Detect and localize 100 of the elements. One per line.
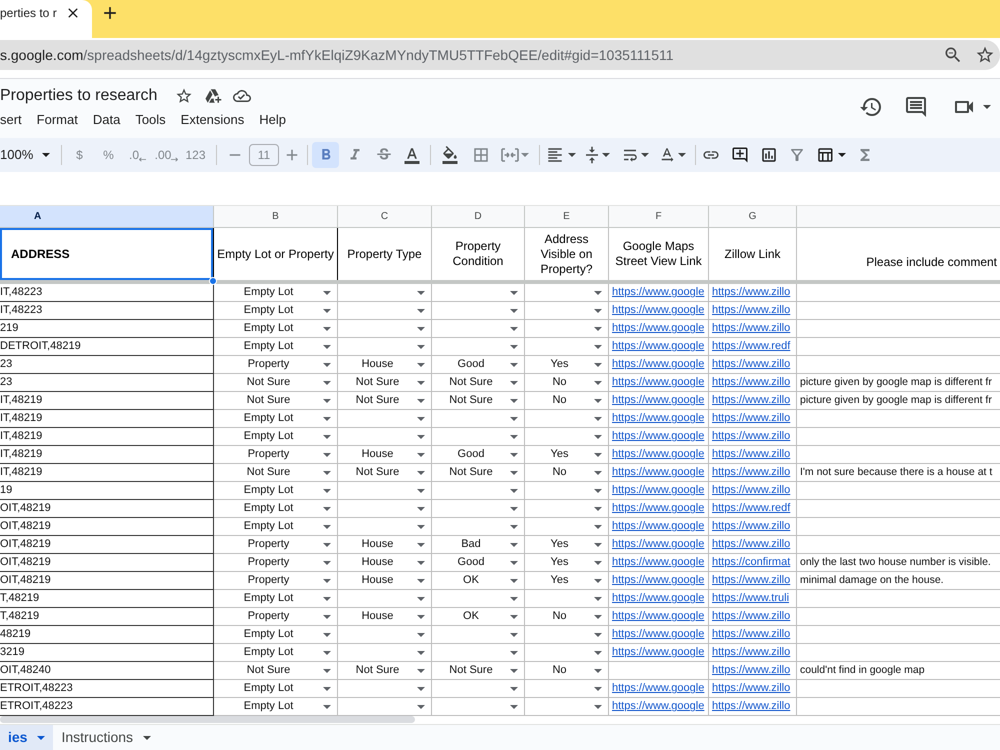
dropdown-cell[interactable]: Empty Lot <box>214 320 338 338</box>
dropdown-cell[interactable]: Property <box>214 356 338 374</box>
menu-item[interactable]: Data <box>92 110 120 130</box>
zoom-dropdown[interactable]: 100% <box>0 142 56 168</box>
link[interactable]: https://www.google <box>612 374 704 391</box>
dropdown-cell[interactable]: Empty Lot <box>214 284 338 302</box>
star-icon[interactable] <box>975 45 995 65</box>
link[interactable]: https://www.google <box>612 536 704 553</box>
dropdown-cell[interactable] <box>432 500 525 518</box>
menu-item[interactable]: Format <box>36 110 78 130</box>
link[interactable]: https://www.zillo <box>712 302 790 319</box>
dropdown-cell[interactable]: Yes <box>525 356 609 374</box>
dropdown-cell[interactable] <box>338 284 432 302</box>
dropdown-cell[interactable]: Good <box>432 446 525 464</box>
dropdown-cell[interactable] <box>432 680 525 698</box>
column-header[interactable]: E <box>525 206 609 228</box>
dropdown-cell[interactable]: House <box>338 356 432 374</box>
dropdown-cell[interactable] <box>338 482 432 500</box>
triangle-plus-icon[interactable] <box>204 87 222 105</box>
dropdown-cell[interactable] <box>525 320 609 338</box>
link[interactable]: https://www.google <box>612 572 704 589</box>
dropdown-cell[interactable] <box>338 410 432 428</box>
dropdown-cell[interactable] <box>525 644 609 662</box>
link[interactable]: https://www.zillo <box>712 644 790 661</box>
dropdown-cell[interactable] <box>432 284 525 302</box>
dropdown-cell[interactable]: Yes <box>525 554 609 572</box>
dropdown-cell[interactable]: House <box>338 446 432 464</box>
dropdown-cell[interactable]: Property <box>214 554 338 572</box>
dropdown-cell[interactable]: Empty Lot <box>214 338 338 356</box>
browser-tab[interactable]: perties to r <box>0 0 92 38</box>
dropdown-cell[interactable] <box>338 590 432 608</box>
menu-item[interactable]: Extensions <box>180 110 244 130</box>
dropdown-cell[interactable]: Empty Lot <box>214 626 338 644</box>
dropdown-cell[interactable] <box>432 518 525 536</box>
link[interactable]: https://www.google <box>612 284 704 301</box>
column-header[interactable]: D <box>432 206 525 228</box>
link[interactable]: https://www.google <box>612 320 704 337</box>
filter-icon[interactable] <box>788 146 806 164</box>
column-header[interactable]: F <box>609 206 709 228</box>
link[interactable]: https://www.zillo <box>712 410 790 427</box>
dropdown-cell[interactable]: Bad <box>432 536 525 554</box>
dropdown-cell[interactable] <box>338 626 432 644</box>
dropdown-cell[interactable]: Empty Lot <box>214 644 338 662</box>
scrollbar-thumb[interactable] <box>0 716 415 723</box>
link[interactable]: https://www.zillo <box>712 392 790 409</box>
dropdown-cell[interactable]: Not Sure <box>432 374 525 392</box>
menu-item[interactable]: Help <box>259 110 286 130</box>
link[interactable]: https://www.zillo <box>712 356 790 373</box>
link[interactable]: https://www.zillo <box>712 626 790 643</box>
dropdown-cell[interactable] <box>525 590 609 608</box>
dropdown-cell[interactable] <box>432 590 525 608</box>
dropdown-cell[interactable] <box>525 338 609 356</box>
link[interactable]: https://www.google <box>612 698 704 715</box>
dropdown-cell[interactable]: House <box>338 572 432 590</box>
dropdown-cell[interactable] <box>432 644 525 662</box>
dropdown-cell[interactable]: House <box>338 536 432 554</box>
link[interactable]: https://www.zillo <box>712 698 790 715</box>
dropdown-cell[interactable] <box>432 338 525 356</box>
dropdown-cell[interactable] <box>525 482 609 500</box>
merge-cells-icon[interactable] <box>501 148 519 162</box>
link[interactable]: https://www.zillo <box>712 608 790 625</box>
menu-item[interactable]: sert <box>0 110 22 130</box>
dropdown-cell[interactable] <box>338 428 432 446</box>
link[interactable]: https://www.google <box>612 680 704 697</box>
dropdown-cell[interactable]: No <box>525 662 609 680</box>
dropdown-cell[interactable] <box>432 626 525 644</box>
dropdown-cell[interactable]: Empty Lot <box>214 410 338 428</box>
borders-icon[interactable] <box>472 146 490 164</box>
link[interactable]: https://www.google <box>612 608 704 625</box>
link[interactable]: https://www.google <box>612 554 704 571</box>
link[interactable]: https://www.google <box>612 338 704 355</box>
link[interactable]: https://www.zillo <box>712 464 790 481</box>
sheet-tab[interactable]: Instructions <box>53 725 160 750</box>
dropdown-cell[interactable] <box>432 302 525 320</box>
align-left-icon[interactable] <box>546 146 564 164</box>
link[interactable]: https://www.google <box>612 518 704 535</box>
dropdown-cell[interactable] <box>338 518 432 536</box>
link[interactable]: https://www.google <box>612 356 704 373</box>
dropdown-cell[interactable]: Property <box>214 446 338 464</box>
link[interactable]: https://www.zillo <box>712 428 790 445</box>
dropdown-cell[interactable] <box>525 302 609 320</box>
link[interactable]: https://www.zillo <box>712 446 790 463</box>
link[interactable]: https://www.zillo <box>712 536 790 553</box>
paint-bucket-icon[interactable] <box>441 146 459 164</box>
dropdown-cell[interactable] <box>525 284 609 302</box>
link[interactable]: https://www.google <box>612 590 704 607</box>
dropdown-cell[interactable]: Empty Lot <box>214 482 338 500</box>
link[interactable]: https://www.redf <box>712 338 790 355</box>
link[interactable]: https://www.google <box>612 302 704 319</box>
dropdown-cell[interactable]: Empty Lot <box>214 518 338 536</box>
link[interactable]: https://www.google <box>612 464 704 481</box>
column-header[interactable] <box>797 206 1000 228</box>
link[interactable]: https://www.zillo <box>712 320 790 337</box>
dropdown-cell[interactable] <box>432 428 525 446</box>
link[interactable]: https://www.google <box>612 410 704 427</box>
link[interactable]: https://www.redf <box>712 500 790 517</box>
dropdown-cell[interactable]: Empty Lot <box>214 500 338 518</box>
dropdown-cell[interactable]: Not Sure <box>338 662 432 680</box>
dropdown-cell[interactable]: Not Sure <box>432 662 525 680</box>
dropdown-cell[interactable] <box>525 626 609 644</box>
